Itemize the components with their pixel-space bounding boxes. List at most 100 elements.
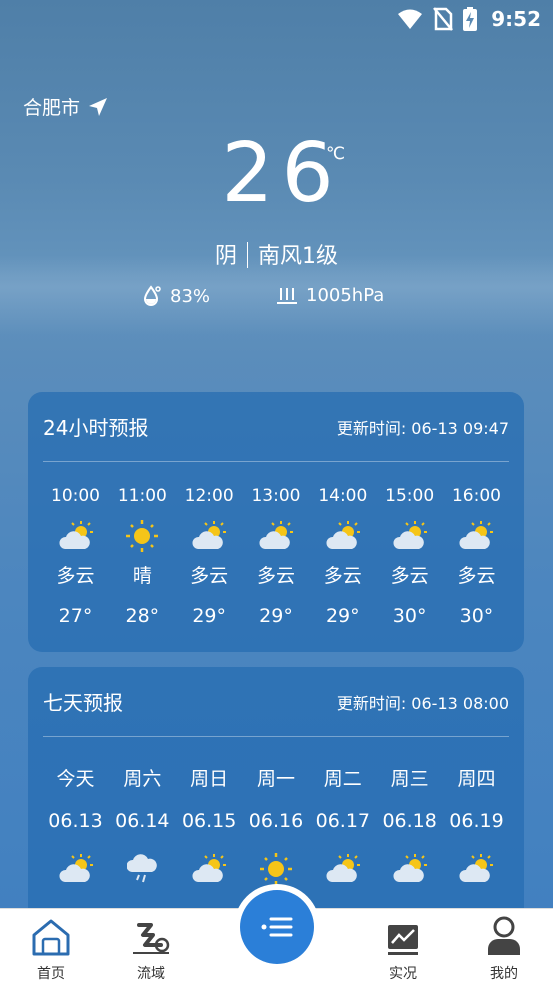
nav-live[interactable]: 实况	[363, 915, 443, 983]
hourly-item: 11:00 晴 28°	[110, 476, 175, 636]
hour-label: 14:00	[318, 486, 368, 506]
sunny-icon	[259, 849, 293, 889]
day-label: 周一	[256, 768, 295, 790]
day-label: 周日	[190, 768, 229, 790]
daily-updated: 更新时间: 06-13 08:00	[336, 693, 509, 713]
status-time: 9:52	[491, 7, 541, 31]
day-date: 06.17	[315, 810, 371, 832]
hour-condition: 晴	[132, 565, 152, 587]
hourly-item: 16:00 多云 30°	[444, 476, 509, 636]
hour-temperature: 29°	[325, 605, 360, 627]
hour-condition: 多云	[323, 565, 362, 587]
hour-temperature: 27°	[58, 605, 93, 627]
daily-item: 周二 06.17	[310, 761, 375, 889]
hourly-item: 15:00 多云 30°	[377, 476, 442, 636]
partly-cloudy-icon	[58, 849, 93, 889]
nav-basin-label: 流域	[137, 966, 165, 982]
humidity-value: 83%	[170, 285, 211, 307]
daily-item: 周三 06.18	[377, 761, 442, 889]
hour-label: 13:00	[251, 486, 301, 506]
menu-fab-button[interactable]	[240, 890, 314, 964]
hour-temperature: 29°	[192, 605, 226, 627]
hour-label: 16:00	[451, 486, 501, 506]
hourly-updated: 更新时间: 06-13 09:47	[336, 418, 509, 438]
hourly-item: 10:00 多云 27°	[43, 476, 108, 636]
hour-label: 15:00	[385, 486, 435, 506]
hourly-list[interactable]: 10:00 多云 27° 11:00 晴 28° 12:00 多云 29° 13:00 多云 2…	[43, 476, 509, 636]
daily-list[interactable]: 今天 06.13 周六 06.14 周日 06.15 周一 06.16 周二 06.17 …	[43, 761, 509, 889]
daily-item: 今天 06.13	[43, 761, 108, 889]
partly-cloudy-icon	[192, 516, 227, 556]
current-temperature-block: 26 ℃	[0, 128, 553, 220]
pressure-metric: 1005hPa	[276, 285, 384, 306]
day-date: 06.14	[115, 810, 170, 832]
partly-cloudy-icon	[259, 516, 293, 556]
hour-label: 10:00	[51, 486, 100, 506]
hour-condition: 多云	[390, 565, 429, 587]
hour-label: 12:00	[184, 486, 234, 506]
pressure-value: 1005hPa	[306, 285, 385, 306]
user-profile-icon	[488, 916, 520, 955]
hour-temperature: 28°	[125, 605, 160, 627]
no-sim-icon	[433, 7, 454, 31]
hour-condition: 多云	[457, 565, 496, 587]
daily-item: 周一 06.16	[243, 761, 308, 889]
nav-live-label: 实况	[389, 966, 417, 982]
current-temperature: 26	[221, 126, 342, 221]
rain-cloud-icon	[127, 849, 158, 889]
battery-charging-icon	[463, 7, 478, 31]
day-date: 06.13	[48, 810, 103, 832]
partly-cloudy-icon	[326, 849, 360, 889]
sunny-icon	[125, 516, 159, 556]
humidity-icon	[143, 285, 161, 306]
menu-list-icon	[261, 917, 293, 937]
nav-home-label: 首页	[37, 966, 65, 982]
day-label: 周六	[123, 768, 162, 790]
hour-temperature: 29°	[259, 605, 293, 627]
nav-basin[interactable]: 流域	[111, 915, 191, 983]
day-label: 周四	[457, 768, 496, 790]
nav-home[interactable]: 首页	[11, 915, 91, 983]
day-date: 06.16	[248, 810, 304, 832]
day-label: 今天	[56, 768, 95, 790]
weather-condition: 阴	[214, 244, 237, 269]
city-selector[interactable]: 合肥市	[23, 93, 108, 120]
day-date: 06.18	[382, 810, 437, 832]
humidity-metric: 83%	[142, 285, 210, 307]
status-bar: 9:52	[0, 0, 553, 40]
daily-title: 七天预报	[43, 691, 123, 715]
hourly-forecast-card: 24小时预报 更新时间: 06-13 09:47 10:00 多云 27° 11:0…	[28, 392, 524, 652]
day-label: 周二	[323, 768, 362, 790]
daily-item: 周四 06.19	[444, 761, 509, 889]
city-name: 合肥市	[23, 97, 81, 119]
hour-temperature: 30°	[392, 605, 427, 627]
partly-cloudy-icon	[459, 516, 494, 556]
location-arrow-icon	[89, 97, 108, 116]
pressure-icon	[277, 287, 297, 304]
partly-cloudy-icon	[192, 849, 227, 889]
wind-info: 南风1级	[258, 244, 338, 269]
current-condition: 阴南风1级	[0, 238, 553, 270]
day-date: 06.15	[181, 810, 237, 832]
hour-temperature: 30°	[459, 605, 494, 627]
partly-cloudy-icon	[58, 516, 93, 556]
nav-mine[interactable]: 我的	[464, 915, 544, 983]
hourly-item: 14:00 多云 29°	[310, 476, 375, 636]
hourly-title: 24小时预报	[43, 416, 149, 440]
hourly-item: 13:00 多云 29°	[243, 476, 308, 636]
hourly-card-header: 24小时预报 更新时间: 06-13 09:47	[43, 392, 509, 462]
hour-condition: 多云	[256, 565, 295, 587]
hourly-item: 12:00 多云 29°	[177, 476, 242, 636]
hour-condition: 多云	[56, 565, 95, 587]
day-date: 06.19	[449, 810, 504, 832]
hour-condition: 多云	[190, 565, 229, 587]
partly-cloudy-icon	[326, 516, 360, 556]
home-icon	[32, 919, 70, 956]
river-basin-icon	[133, 923, 170, 954]
chart-line-icon	[388, 925, 418, 955]
daily-card-header: 七天预报 更新时间: 06-13 08:00	[43, 667, 509, 737]
daily-item: 周六 06.14	[110, 761, 175, 889]
daily-item: 周日 06.15	[177, 761, 242, 889]
partly-cloudy-icon	[459, 849, 494, 889]
wifi-icon	[398, 9, 423, 29]
